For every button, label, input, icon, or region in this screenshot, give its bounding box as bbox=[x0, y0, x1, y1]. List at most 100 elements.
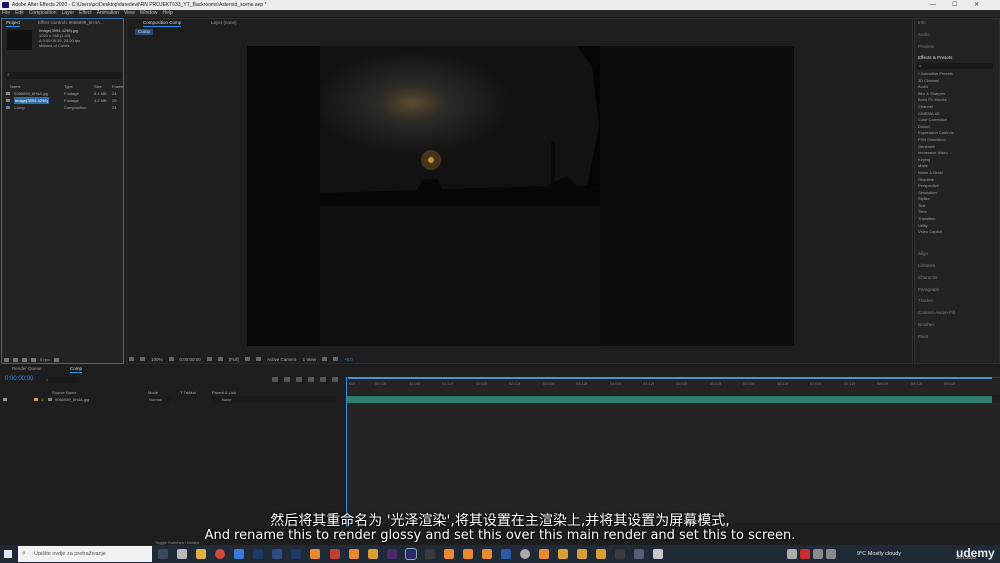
bpc-label[interactable]: 8 bpc bbox=[40, 356, 50, 363]
mask-visibility-icon[interactable] bbox=[140, 357, 145, 361]
effect-category[interactable]: Blur & Sharpen bbox=[918, 91, 954, 98]
shy-icon[interactable] bbox=[296, 377, 302, 382]
panel-audio[interactable]: Audio bbox=[918, 32, 930, 37]
after-effects-icon[interactable] bbox=[405, 548, 417, 560]
effect-category[interactable]: FXN Simulation bbox=[918, 137, 954, 144]
grid-icon[interactable] bbox=[168, 357, 174, 361]
app-icon[interactable] bbox=[177, 549, 187, 559]
effect-category[interactable]: Video Copilot bbox=[918, 229, 954, 236]
delete-icon[interactable] bbox=[53, 357, 59, 362]
composition-mini-flowchart-icon[interactable] bbox=[272, 377, 278, 382]
effect-category[interactable]: Audio bbox=[918, 84, 954, 91]
tray-app-icon[interactable] bbox=[813, 549, 823, 559]
effect-category[interactable]: Matte bbox=[918, 163, 954, 170]
new-composition-icon[interactable] bbox=[22, 357, 27, 362]
tab-composition[interactable]: Composition Comp bbox=[143, 20, 182, 27]
panel-info[interactable]: Info bbox=[918, 20, 926, 25]
composition-viewer[interactable] bbox=[247, 46, 794, 346]
exposure-value[interactable]: +0.0 bbox=[344, 357, 353, 362]
blender-icon[interactable] bbox=[463, 549, 473, 559]
clock-date[interactable]: 30.1.2022. bbox=[956, 555, 977, 560]
effect-category[interactable]: Simulation bbox=[918, 190, 954, 197]
effect-category[interactable]: Distort bbox=[918, 124, 954, 131]
photoshop-icon[interactable] bbox=[291, 549, 301, 559]
folder-icon[interactable] bbox=[596, 549, 606, 559]
menu-view[interactable]: View bbox=[124, 10, 135, 17]
effect-category[interactable]: Boris FX Mocha bbox=[918, 97, 954, 104]
views-select[interactable]: 1 View bbox=[303, 357, 316, 362]
menu-layer[interactable]: Layer bbox=[61, 10, 74, 17]
app-icon[interactable] bbox=[634, 549, 644, 559]
interpret-footage-icon[interactable] bbox=[4, 357, 9, 362]
effect-category[interactable]: Color Correction bbox=[918, 117, 954, 124]
layer-name[interactable]: 9066999_6H4A.jpg bbox=[55, 396, 89, 403]
weather-widget[interactable]: 9°C Mostly cloudy bbox=[857, 551, 901, 557]
tab-project[interactable]: Project bbox=[6, 20, 21, 27]
panel-paint[interactable]: Paint bbox=[918, 334, 928, 339]
resolution-select[interactable]: (Full) bbox=[229, 357, 239, 362]
panel-preview[interactable]: Preview bbox=[918, 44, 934, 49]
close-button[interactable]: ✕ bbox=[974, 0, 979, 10]
app-icon[interactable] bbox=[501, 549, 511, 559]
tab-layer[interactable]: Layer (none) bbox=[211, 20, 237, 26]
menu-animation[interactable]: Animation bbox=[97, 10, 119, 17]
menu-effect[interactable]: Effect bbox=[79, 10, 92, 17]
effect-category[interactable]: Generate bbox=[918, 144, 954, 151]
always-preview-icon[interactable] bbox=[129, 357, 134, 361]
header-size[interactable]: Size bbox=[94, 83, 102, 90]
parent-select[interactable]: None bbox=[212, 396, 336, 403]
effect-category[interactable]: Stylize bbox=[918, 196, 954, 203]
effect-category[interactable]: CINEMA 4D bbox=[918, 111, 954, 118]
item-name-editing[interactable]: Image(3999-4298) bbox=[14, 97, 49, 104]
maximize-button[interactable]: ☐ bbox=[952, 0, 957, 10]
project-search-input[interactable]: ⌕ bbox=[5, 72, 122, 79]
panel-content-aware-fill[interactable]: Content-Aware Fill bbox=[918, 310, 955, 315]
effect-category[interactable]: * Animation Presets bbox=[918, 71, 954, 78]
label-color[interactable] bbox=[34, 398, 38, 401]
blender-icon[interactable] bbox=[482, 549, 492, 559]
app-icon[interactable] bbox=[272, 549, 282, 559]
effect-category[interactable]: Utility bbox=[918, 223, 954, 230]
panel-libraries[interactable]: Libraries bbox=[918, 263, 935, 268]
effect-category[interactable]: Time bbox=[918, 209, 954, 216]
effects-search-input[interactable]: ⌕ bbox=[917, 63, 993, 69]
windows-start-icon[interactable] bbox=[4, 550, 12, 558]
visibility-eye-icon[interactable] bbox=[3, 398, 7, 401]
file-explorer-icon[interactable] bbox=[196, 549, 206, 559]
app-icon[interactable] bbox=[234, 549, 244, 559]
tray-settings-icon[interactable] bbox=[826, 549, 836, 559]
task-view-icon[interactable] bbox=[158, 549, 168, 559]
effect-category[interactable]: Transition bbox=[918, 216, 954, 223]
blender-icon[interactable] bbox=[539, 549, 549, 559]
panel-character[interactable]: Character bbox=[918, 275, 938, 280]
zoom-select[interactable]: 100% bbox=[151, 357, 163, 362]
menu-composition[interactable]: Composition bbox=[29, 10, 57, 17]
taskbar-search-input[interactable]: Upišite ovdje za pretraživanje bbox=[18, 546, 152, 562]
transparency-grid-icon[interactable] bbox=[256, 357, 262, 361]
effect-category[interactable]: Keying bbox=[918, 157, 954, 164]
graph-editor-icon[interactable] bbox=[332, 377, 338, 382]
snapshot-icon[interactable] bbox=[206, 357, 212, 361]
tab-comp[interactable]: Comp bbox=[70, 366, 83, 373]
obs-icon[interactable] bbox=[520, 549, 530, 559]
current-time[interactable]: 0:00:00:00 bbox=[180, 357, 201, 362]
fast-preview-icon[interactable] bbox=[322, 357, 327, 361]
blender-icon[interactable] bbox=[349, 549, 359, 559]
blender-icon[interactable] bbox=[310, 549, 320, 559]
mode-select[interactable]: Normal bbox=[148, 396, 170, 403]
minimize-button[interactable]: — bbox=[930, 0, 936, 10]
effects-presets-title[interactable]: Effects & Presets bbox=[918, 55, 952, 60]
layer-duration-bar[interactable] bbox=[346, 396, 992, 403]
motion-blur-icon[interactable] bbox=[320, 377, 326, 382]
tab-render-queue[interactable]: Render Queue bbox=[12, 366, 42, 372]
timeline-search-input[interactable]: ⌕ bbox=[44, 377, 79, 383]
effect-category[interactable]: Immersive Video bbox=[918, 150, 954, 157]
effect-category[interactable]: Expression Controls bbox=[918, 130, 954, 137]
draft-3d-icon[interactable] bbox=[284, 377, 290, 382]
timeline-timecode[interactable]: 0:00:00:00 bbox=[5, 376, 33, 382]
blender-icon[interactable] bbox=[444, 549, 454, 559]
header-name[interactable]: Name bbox=[10, 83, 21, 90]
breadcrumb[interactable]: Comp bbox=[135, 29, 154, 35]
photoshop-icon[interactable] bbox=[253, 549, 263, 559]
header-parent[interactable]: Parent & Link bbox=[212, 389, 236, 396]
